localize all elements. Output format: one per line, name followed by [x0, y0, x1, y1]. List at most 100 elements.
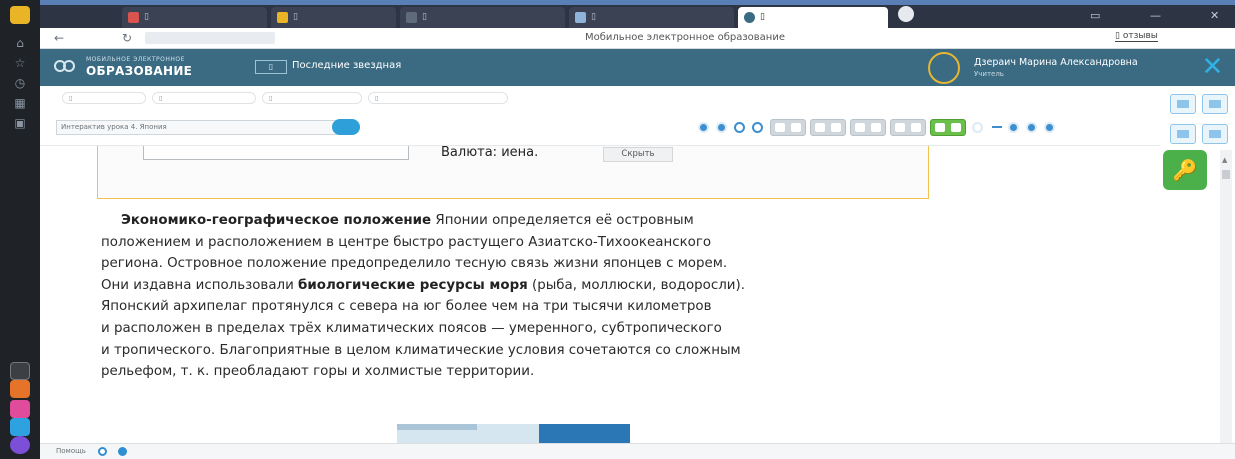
tab-title: ▯ — [144, 12, 149, 22]
app-header: МОБИЛЬНОЕ ЭЛЕКТРОННОЕ ОБРАЗОВАНИЕ ▯ Посл… — [40, 49, 1235, 86]
key-icon[interactable]: 🔑 — [1163, 150, 1207, 190]
slide-group-button[interactable] — [770, 119, 806, 136]
slide-group-button-active[interactable] — [930, 119, 966, 136]
help-link[interactable]: Помощь — [56, 447, 86, 455]
history-icon[interactable]: ◷ — [12, 76, 28, 90]
scroll-up-icon[interactable]: ▲ — [1222, 156, 1227, 164]
close-window-button[interactable]: ✕ — [1210, 9, 1219, 22]
scroll-thumb[interactable] — [1222, 170, 1230, 179]
settings-icon[interactable] — [118, 447, 127, 456]
lesson-select[interactable]: Интерактив урока 4. Япония — [56, 120, 352, 135]
address-bar: ← ↻ Мобильное электронное образование ▯ … — [40, 28, 1235, 49]
star-icon[interactable]: ☆ — [12, 56, 28, 70]
app-logo-icon[interactable] — [10, 6, 30, 24]
answer-input[interactable] — [143, 146, 409, 160]
calculator-icon[interactable] — [1170, 124, 1196, 144]
nav-dot-button[interactable] — [1008, 122, 1019, 133]
edit-icon[interactable] — [752, 122, 763, 133]
plus-app-icon[interactable] — [10, 400, 30, 418]
avatar[interactable] — [928, 52, 960, 84]
tab-title: ▯ — [293, 12, 298, 22]
lesson-select-arrow-button[interactable] — [332, 119, 360, 135]
bold-term: Экономико-географическое положение — [121, 213, 432, 228]
lesson-toolbar: Интерактив урока 4. Япония — [40, 108, 1160, 146]
image-sky — [397, 424, 477, 430]
reviews-link[interactable]: ▯ отзывы — [1115, 31, 1158, 42]
paragraph-line: региона. Островное положение предопредел… — [101, 256, 728, 272]
dash-icon[interactable] — [992, 126, 1002, 128]
lesson-image[interactable] — [397, 424, 630, 443]
nav-dot-button[interactable] — [1026, 122, 1037, 133]
recent-link[interactable]: Последние звездная — [292, 60, 401, 71]
text-span: Они издавна использовали — [101, 277, 299, 293]
home-icon[interactable]: ⌂ — [12, 36, 28, 50]
slide-group-button[interactable] — [810, 119, 846, 136]
browser-tab-3[interactable]: ▯ — [400, 7, 565, 28]
chat-app-icon[interactable] — [10, 418, 30, 436]
url-field[interactable] — [145, 32, 275, 44]
logo-title: ОБРАЗОВАНИЕ — [86, 64, 193, 78]
profile-app-icon[interactable] — [10, 436, 30, 454]
camera-app-icon[interactable] — [10, 362, 30, 380]
tab-title: ▯ — [591, 12, 596, 22]
screen: ⌂ ☆ ◷ ▦ ▣ ▯ ▯ ▯ ▯ ▯ ▭ — ✕ ← ↻ Мобильное … — [0, 0, 1235, 459]
new-tab-button[interactable] — [898, 6, 914, 22]
slide-group-button[interactable] — [850, 119, 886, 136]
share-icon[interactable] — [1202, 124, 1228, 144]
answer-text: Валюта: иена. — [441, 146, 539, 160]
breadcrumb: ▯ ▯ ▯ ▯ — [40, 86, 1160, 108]
list-view-icon[interactable] — [1170, 94, 1196, 114]
answer-panel: Валюта: иена. Скрыть — [97, 146, 929, 199]
close-icon[interactable]: ✕ — [1190, 49, 1235, 86]
text-span: Японии определяется её островным — [431, 213, 694, 228]
right-panel: 🔑 ▲ — [1160, 86, 1235, 459]
hide-button[interactable]: Скрыть — [603, 147, 673, 162]
lesson-paragraph: Экономико-географическое положение Япони… — [101, 210, 941, 383]
back-button[interactable]: ← — [54, 31, 64, 45]
tab-favicon-icon — [128, 12, 139, 23]
person-icon[interactable] — [98, 447, 107, 456]
browser-tabbar: ▯ ▯ ▯ ▯ ▯ ▭ — ✕ — [40, 0, 1235, 28]
tab-favicon-icon — [575, 12, 586, 23]
paragraph-line: рельефом, т. к. преобладают горы и холми… — [101, 364, 535, 380]
user-role: Учитель — [974, 70, 1004, 78]
restore-button[interactable]: ▭ — [1090, 9, 1100, 22]
play-icon[interactable] — [734, 122, 745, 133]
reload-button[interactable]: ↻ — [122, 31, 132, 45]
tab-favicon-icon — [406, 12, 417, 23]
image-sea — [539, 424, 630, 443]
mail-app-icon[interactable] — [10, 380, 30, 398]
breadcrumb-item[interactable]: ▯ — [262, 92, 362, 104]
paragraph-line: Японский архипелаг протянулся с севера н… — [101, 299, 712, 315]
logo-subtitle: МОБИЛЬНОЕ ЭЛЕКТРОННОЕ — [86, 56, 185, 63]
scrollbar[interactable] — [1220, 150, 1232, 450]
user-name[interactable]: Дзераич Марина Александровна — [974, 57, 1138, 68]
os-dock: ⌂ ☆ ◷ ▦ ▣ — [0, 0, 40, 459]
nav-dot-button[interactable] — [972, 122, 983, 133]
meo-logo-icon — [54, 57, 78, 77]
paragraph-line: Экономико-географическое положение Япони… — [101, 210, 941, 232]
collections-icon[interactable]: ▦ — [12, 96, 28, 110]
minimize-button[interactable]: — — [1150, 9, 1161, 22]
tabbar-accent-strip — [40, 0, 1235, 5]
nav-dot-button[interactable] — [716, 122, 727, 133]
panel-icon[interactable]: ▣ — [12, 116, 28, 130]
slide-group-button[interactable] — [890, 119, 926, 136]
recent-badge[interactable]: ▯ — [255, 60, 287, 74]
tab-favicon-icon — [744, 12, 755, 23]
browser-tab-active[interactable]: ▯ — [738, 7, 888, 28]
breadcrumb-item[interactable]: ▯ — [368, 92, 508, 104]
nav-dot-button[interactable] — [698, 122, 709, 133]
breadcrumb-item[interactable]: ▯ — [152, 92, 256, 104]
tab-title: ▯ — [422, 12, 427, 22]
image-view-icon[interactable] — [1202, 94, 1228, 114]
browser-tab-2[interactable]: ▯ — [271, 7, 396, 28]
breadcrumb-item[interactable]: ▯ — [62, 92, 146, 104]
browser-tab-1[interactable]: ▯ — [122, 7, 267, 28]
page-title: Мобильное электронное образование — [585, 32, 785, 43]
paragraph-line: и тропического. Благоприятные в целом кл… — [101, 342, 741, 358]
status-bar: Помощь — [40, 443, 1235, 459]
nav-dot-button[interactable] — [1044, 122, 1055, 133]
browser-tab-4[interactable]: ▯ — [569, 7, 734, 28]
paragraph-line: и расположен в пределах трёх климатическ… — [101, 320, 722, 336]
